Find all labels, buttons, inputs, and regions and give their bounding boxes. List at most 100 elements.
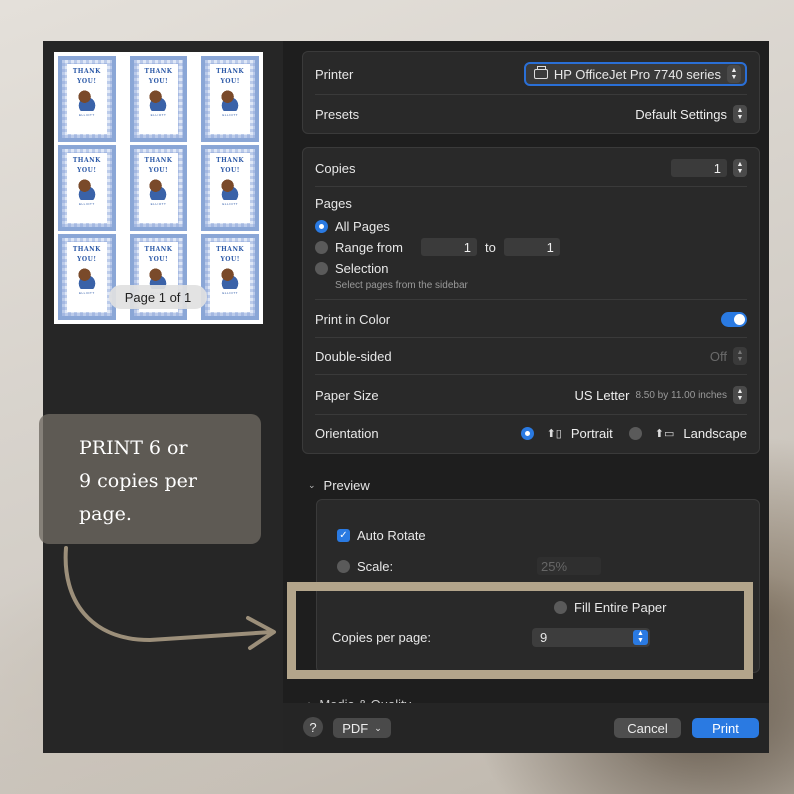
pdf-button[interactable]: PDF ⌄: [333, 718, 391, 738]
presets-value: Default Settings: [635, 106, 727, 122]
portrait-label: Portrait: [570, 425, 613, 441]
tag-card: THANK YOU! ELLIOTT: [210, 153, 250, 223]
tag-name: ELLIOTT: [78, 202, 95, 207]
paper-size-detail: 8.50 by 11.00 inches: [635, 389, 727, 401]
tag-card: THANK YOU! ELLIOTT: [67, 242, 107, 312]
thank-you-tag: THANK YOU! ELLIOTT: [129, 56, 188, 142]
landscape-radio[interactable]: [628, 426, 642, 440]
tag-line1: THANK: [72, 157, 101, 164]
range-radio[interactable]: [315, 240, 328, 254]
tag-card: THANK YOU! ELLIOTT: [138, 64, 179, 134]
tag-line1: THANK: [72, 68, 101, 75]
color-label: Print in Color: [315, 311, 391, 327]
settings-panel: Copies 1 ▲ ▼ Pages All Pages Range from 1…: [302, 147, 760, 454]
all-pages-option[interactable]: All Pages: [315, 217, 747, 235]
range-label: Range from: [335, 239, 403, 255]
tag-card: THANK YOU! ELLIOTT: [138, 153, 179, 223]
cancel-button[interactable]: Cancel: [614, 718, 681, 738]
tag-line2: YOU!: [148, 77, 169, 85]
double-sided-select[interactable]: Off ▲ ▼: [710, 347, 747, 365]
tag-card: THANK YOU! ELLIOTT: [67, 153, 107, 223]
pages-label: Pages: [315, 195, 352, 211]
paper-size-label: Paper Size: [315, 387, 379, 403]
horse-truck-illustration: [74, 267, 99, 290]
tag-card: THANK YOU! ELLIOTT: [210, 242, 250, 312]
chevron-updown-icon: ▲ ▼: [733, 386, 747, 404]
chevron-down-icon: ⌄: [374, 722, 382, 733]
thank-you-tag: THANK YOU! ELLIOTT: [201, 234, 259, 320]
printer-value: HP OfficeJet Pro 7740 series: [553, 66, 721, 82]
orientation-options: ⬆▯ Portrait ⬆▭ Landscape: [520, 425, 747, 441]
range-from-field[interactable]: 1: [421, 238, 477, 256]
presets-label: Presets: [315, 106, 360, 122]
presets-select[interactable]: Default Settings ▲ ▼: [635, 105, 747, 123]
paper-size-select[interactable]: US Letter 8.50 by 11.00 inches ▲ ▼: [575, 386, 747, 404]
tag-line2: YOU!: [77, 77, 97, 85]
instruction-callout: PRINT 6 or 9 copies per page.: [39, 414, 261, 544]
chevron-down-icon: ⌄: [308, 480, 316, 490]
double-sided-label: Double-sided: [315, 348, 392, 364]
tag-name: ELLIOTT: [150, 113, 167, 118]
footer: ? PDF ⌄ Cancel Print: [283, 703, 769, 753]
landscape-icon: ⬆▭: [654, 427, 675, 440]
page-thumbnail[interactable]: THANK YOU! ELLIOTT THANK YOU! ELLIOTT THANK YOU…: [54, 52, 263, 324]
tag-name: ELLIOTT: [222, 291, 238, 296]
thank-you-tag: THANK YOU! ELLIOTT: [201, 145, 259, 231]
horse-truck-illustration: [218, 89, 243, 112]
selection-radio[interactable]: [315, 261, 328, 275]
horse-truck-illustration: [74, 89, 99, 112]
radio-selected[interactable]: [315, 219, 328, 233]
printer-icon: [533, 66, 548, 79]
horse-truck-illustration: [146, 89, 171, 112]
page-indicator: Page 1 of 1: [109, 285, 207, 309]
tag-line2: YOU!: [77, 166, 97, 174]
double-sided-value: Off: [709, 348, 727, 364]
thank-you-tag: THANK YOU! ELLIOTT: [129, 145, 188, 231]
thank-you-tag: THANK YOU! ELLIOTT: [58, 56, 116, 142]
printer-select[interactable]: HP OfficeJet Pro 7740 series ▲ ▼: [523, 62, 747, 86]
selection-option[interactable]: Selection: [315, 259, 747, 277]
chevron-updown-icon: ▲ ▼: [727, 65, 741, 83]
tag-line2: YOU!: [148, 255, 169, 263]
tag-line2: YOU!: [220, 166, 240, 174]
scale-radio[interactable]: [337, 559, 350, 573]
help-button[interactable]: ?: [303, 717, 323, 737]
selection-hint: Select pages from the sidebar: [335, 279, 468, 291]
paper-size-value: US Letter: [574, 387, 630, 403]
orientation-label: Orientation: [315, 425, 379, 441]
tag-name: ELLIOTT: [222, 113, 238, 118]
copies-stepper[interactable]: ▲ ▼: [733, 159, 747, 177]
portrait-radio[interactable]: [520, 426, 534, 440]
range-to-label: to: [485, 239, 496, 255]
checkbox-checked-icon[interactable]: ✓: [337, 528, 350, 542]
tag-line1: THANK: [144, 246, 173, 253]
copies-field[interactable]: 1: [671, 159, 727, 177]
tag-line2: YOU!: [77, 255, 97, 263]
highlight-box: [287, 582, 753, 679]
auto-rotate-option[interactable]: ✓ Auto Rotate: [337, 526, 747, 544]
thank-you-tag: THANK YOU! ELLIOTT: [58, 234, 116, 320]
tag-line1: THANK: [216, 246, 245, 253]
color-toggle[interactable]: [721, 311, 747, 327]
scale-field[interactable]: 25%: [537, 557, 601, 575]
thank-you-tag: THANK YOU! ELLIOTT: [201, 56, 259, 142]
copies-label: Copies: [315, 160, 356, 176]
tag-line1: THANK: [144, 157, 173, 164]
tag-line1: THANK: [72, 246, 101, 253]
tag-line1: THANK: [216, 68, 245, 75]
tag-name: ELLIOTT: [78, 113, 95, 118]
tag-line2: YOU!: [220, 77, 240, 85]
tag-card: THANK YOU! ELLIOTT: [67, 64, 107, 134]
horse-truck-illustration: [218, 178, 243, 201]
copies-control[interactable]: 1 ▲ ▼: [671, 159, 747, 177]
tag-line2: YOU!: [148, 166, 169, 174]
print-button[interactable]: Print: [692, 718, 759, 738]
preview-header: Preview: [323, 478, 370, 493]
tag-name: ELLIOTT: [150, 202, 167, 207]
tag-card: THANK YOU! ELLIOTT: [210, 64, 250, 134]
horse-truck-illustration: [74, 178, 99, 201]
horse-truck-illustration: [218, 267, 243, 290]
tag-name: ELLIOTT: [222, 202, 238, 207]
preview-disclosure[interactable]: ⌄ Preview: [308, 478, 370, 493]
range-to-field[interactable]: 1: [503, 238, 560, 256]
